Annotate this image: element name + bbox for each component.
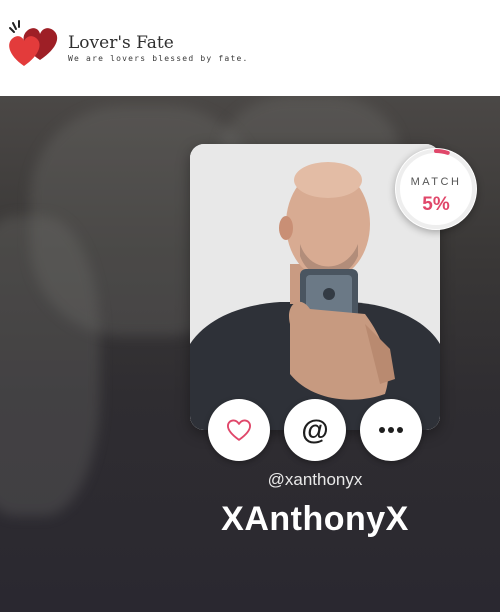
heart-outline-icon bbox=[226, 419, 252, 441]
like-button[interactable] bbox=[208, 399, 270, 461]
match-percentage: 5% bbox=[422, 194, 450, 215]
profile-username: @xanthonyx bbox=[267, 470, 363, 489]
more-options-button[interactable] bbox=[360, 399, 422, 461]
brand-name[interactable]: Lover's Fate bbox=[68, 33, 174, 53]
background-figure bbox=[0, 216, 100, 516]
match-label: MATCH bbox=[410, 176, 462, 188]
match-badge: MATCH 5% bbox=[395, 148, 477, 230]
hearts-logo-icon[interactable] bbox=[4, 14, 64, 72]
site-header: Lover's Fate We are lovers blessed by fa… bbox=[0, 0, 500, 97]
match-progress-ring bbox=[396, 149, 476, 229]
more-dots-icon bbox=[379, 427, 403, 433]
brand-tagline: We are lovers blessed by fate. bbox=[68, 54, 249, 63]
profile-display-name: XAnthonyX bbox=[221, 500, 409, 538]
at-icon: @ bbox=[301, 414, 329, 445]
mention-button[interactable]: @ bbox=[284, 399, 346, 461]
